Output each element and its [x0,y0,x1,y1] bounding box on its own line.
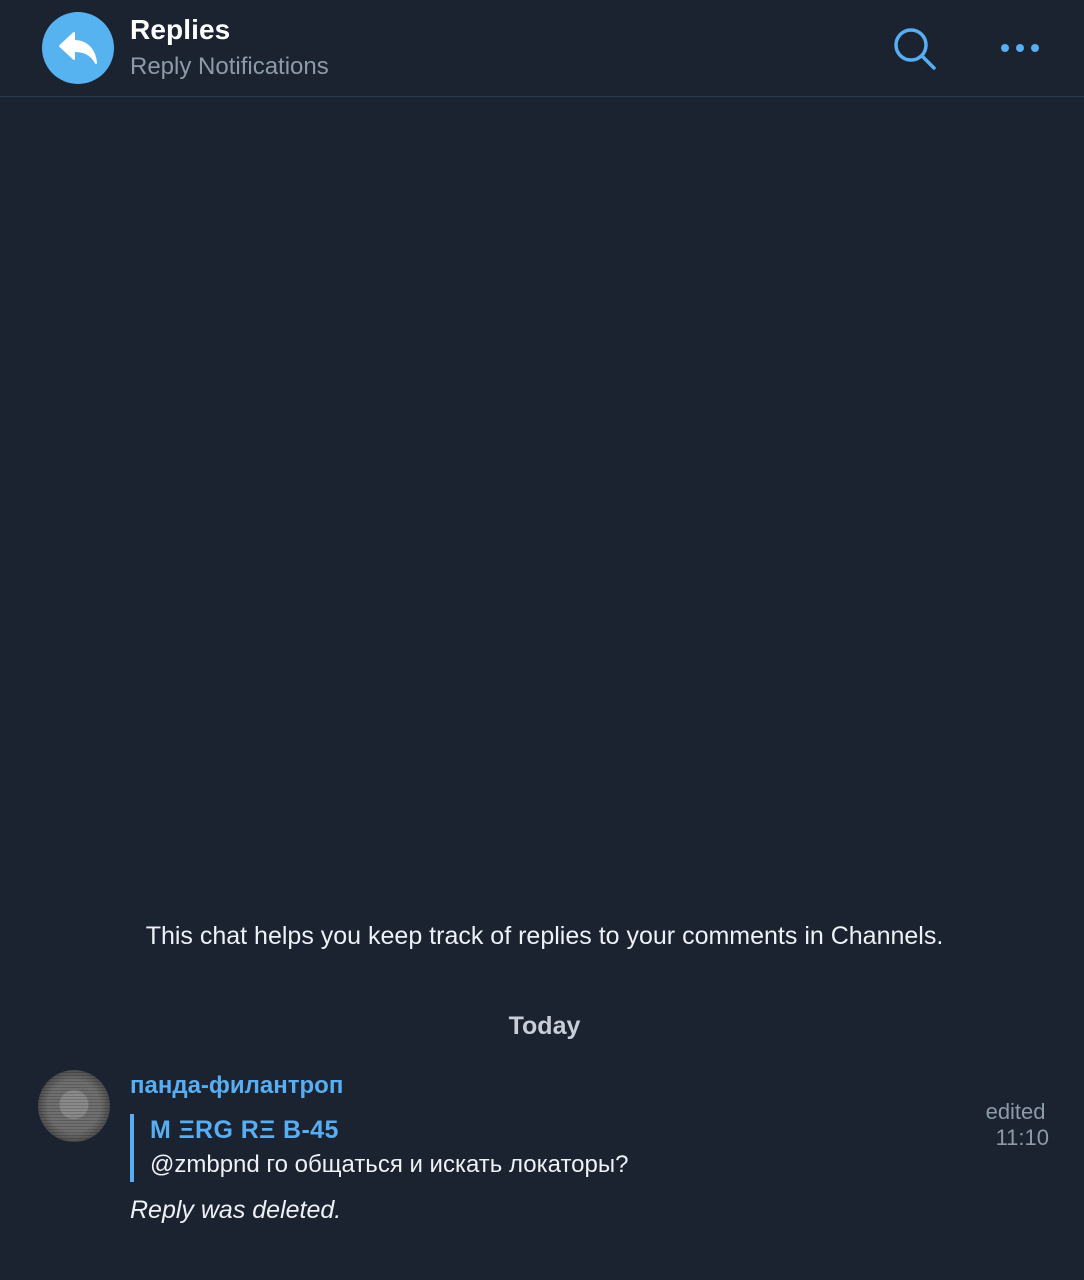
chat-info-text: This chat helps you keep track of replie… [145,922,944,950]
chat-subtitle: Reply Notifications [130,53,329,80]
quote-text: @zmbpnd го общаться и искать локаторы? [150,1151,629,1178]
search-button[interactable] [888,22,942,76]
quote-author: M ΞRG RΞ B-45 [150,1116,339,1144]
reply-quote[interactable]: M ΞRG RΞ B-45 @zmbpnd го общаться и иска… [130,1114,628,1182]
date-divider: Today [508,1012,581,1040]
chat-header: Replies Reply Notifications [0,0,1084,97]
reply-arrow-icon [59,32,97,64]
more-button[interactable] [992,24,1048,72]
edited-label: edited [985,1099,1046,1124]
sender-avatar[interactable] [38,1070,110,1142]
message-status: Reply was deleted. [130,1196,342,1224]
message-time: 11:10 [995,1125,1049,1150]
sender-name[interactable]: панда-филантроп [130,1072,343,1100]
message-meta: edited 11:10 [973,1073,1049,1151]
chat-title: Replies [130,14,231,45]
replies-avatar[interactable] [42,12,114,84]
more-icon [1001,44,1039,52]
search-icon [894,28,936,70]
